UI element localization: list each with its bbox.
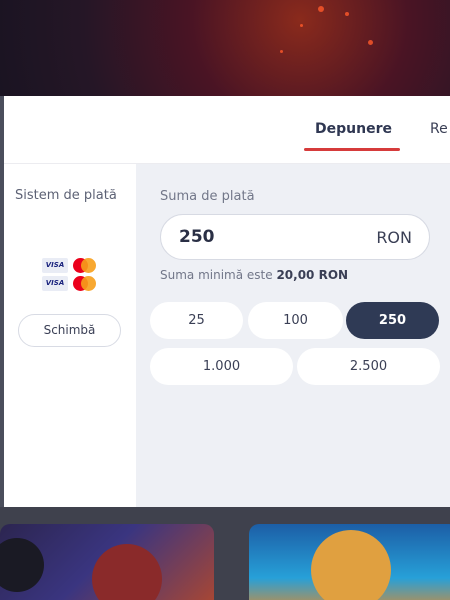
tab-bar: Depunere Re bbox=[4, 96, 450, 164]
hero-figure bbox=[311, 530, 391, 600]
game-tile[interactable] bbox=[249, 524, 450, 600]
spark-decoration bbox=[300, 24, 303, 27]
mastercard-icon bbox=[73, 276, 97, 291]
payment-system-title: Sistem de plată bbox=[15, 188, 117, 203]
tab-deposit[interactable]: Depunere bbox=[315, 121, 392, 137]
minimum-amount-value: 20,00 RON bbox=[276, 268, 349, 282]
minimum-amount-prefix: Suma minimă este bbox=[160, 268, 277, 282]
spark-decoration bbox=[280, 50, 283, 53]
amount-label: Suma de plată bbox=[160, 189, 255, 204]
deposit-modal: Depunere Re Sistem de plată VISA VISA Sc… bbox=[4, 96, 450, 507]
amount-value: 250 bbox=[179, 227, 215, 247]
tab-other[interactable]: Re bbox=[430, 121, 448, 137]
preset-amount-button[interactable]: 250 bbox=[346, 302, 439, 339]
amount-panel: Suma de plată 250 RON Suma minimă este 2… bbox=[136, 164, 450, 507]
change-payment-button[interactable]: Schimbă bbox=[18, 314, 121, 347]
spark-decoration bbox=[368, 40, 373, 45]
preset-amount-button[interactable]: 100 bbox=[248, 302, 343, 339]
card-logos: VISA VISA bbox=[42, 258, 98, 294]
card-logo-row: VISA bbox=[42, 276, 98, 291]
background-banner bbox=[0, 0, 450, 96]
preset-amount-button[interactable]: 2.500 bbox=[297, 348, 440, 385]
spark-decoration bbox=[318, 6, 324, 12]
hero-figure bbox=[92, 544, 162, 600]
helmet-figure bbox=[0, 538, 44, 592]
active-tab-indicator bbox=[304, 148, 400, 151]
minimum-amount-note: Suma minimă este 20,00 RON bbox=[160, 268, 348, 282]
currency-label: RON bbox=[376, 228, 412, 247]
amount-input[interactable]: 250 RON bbox=[160, 214, 430, 260]
visa-icon: VISA bbox=[42, 258, 68, 273]
mastercard-icon bbox=[73, 258, 97, 273]
payment-system-panel: Sistem de plată VISA VISA Schimbă bbox=[4, 164, 136, 507]
preset-amount-button[interactable]: 25 bbox=[150, 302, 243, 339]
preset-amount-button[interactable]: 1.000 bbox=[150, 348, 293, 385]
game-tile[interactable] bbox=[0, 524, 214, 600]
visa-icon: VISA bbox=[42, 276, 68, 291]
card-logo-row: VISA bbox=[42, 258, 98, 273]
spark-decoration bbox=[345, 12, 349, 16]
